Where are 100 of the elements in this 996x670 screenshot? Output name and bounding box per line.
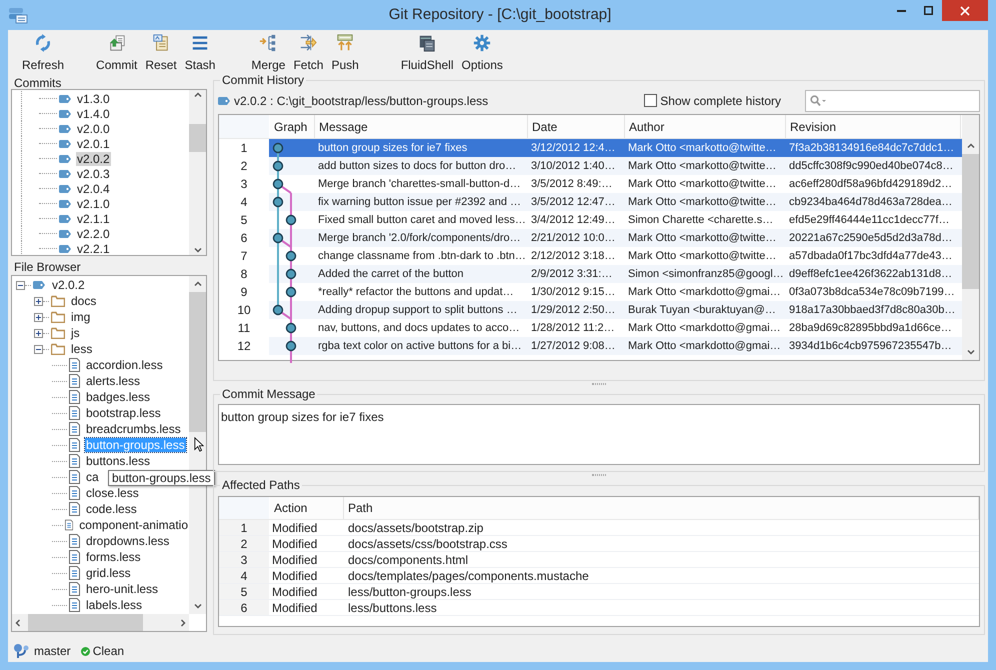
commit-message: button group sizes for ie7 fixes	[318, 142, 468, 154]
tag-icon	[59, 244, 71, 252]
chevron-up-icon[interactable]	[194, 281, 202, 286]
expander-icon[interactable]	[34, 344, 43, 354]
folder-icon	[51, 327, 65, 339]
commit-row[interactable]: Added the carret of the button 2/9/2012 3:31:… Simon <simonfranz85@googl… d9eff8efc1ee426f3622ab131d8…	[269, 265, 962, 283]
commit-row[interactable]: rgba text color on active buttons for a bi… 1/27/2012 9:08… Mark Otto <markdotto@gmai… 3934d1b6c4cb975967235547b…	[269, 337, 962, 355]
commit-row[interactable]: fix warning button issue per #2392 and … 3/5/2012 12:47… Mark Otto <markotto@twitte… cb9234ba464d78d463a728dea…	[269, 193, 962, 211]
tag-item[interactable]: v2.2.1	[76, 242, 111, 256]
file-item[interactable]: alerts.less	[85, 374, 142, 388]
file-item[interactable]: dropdowns.less	[85, 534, 170, 548]
row-number: 7	[240, 248, 248, 265]
settings-icon	[473, 34, 492, 52]
document-icon	[69, 438, 80, 452]
scrollbar-thumb[interactable]	[28, 614, 143, 631]
window-title: Git Repository - [C:\git_bootstrap]	[388, 4, 612, 25]
scrollbar[interactable]	[12, 614, 189, 631]
toolbar-button[interactable]: Merge	[247, 32, 290, 72]
file-item[interactable]: forms.less	[85, 550, 142, 564]
folder-item[interactable]: less	[70, 342, 94, 356]
tag-item[interactable]: v2.0.1	[76, 136, 111, 150]
scrollbar-thumb[interactable]	[962, 154, 979, 289]
plus-icon	[36, 314, 41, 320]
expander-icon[interactable]	[34, 312, 43, 322]
toolbar-button[interactable]: Options	[458, 32, 507, 72]
scrollbar[interactable]	[962, 115, 979, 360]
toolbar-button[interactable]: FluidShell	[396, 32, 458, 72]
tag-item[interactable]: v2.0.2	[76, 152, 111, 166]
tag-item[interactable]: v2.1.1	[76, 212, 111, 226]
file-item[interactable]: accordion.less	[85, 358, 164, 372]
file-path: v2.0.2 : C:\git_bootstrap/less/button-groups.less	[234, 92, 488, 110]
search-icon	[810, 95, 827, 106]
file-item[interactable]: badges.less	[85, 390, 152, 404]
chevron-up-icon[interactable]	[194, 92, 202, 97]
chevron-down-icon[interactable]	[966, 350, 974, 355]
file-item[interactable]: grid.less	[85, 566, 132, 580]
commit-row[interactable]: Adding dropup support to split buttons … 1/29/2012 2:50… Burak Tuyan <buraktuyan@… 918a17a30bbaed3f7d8c80a30b…	[269, 301, 962, 319]
chevron-down-icon[interactable]	[194, 604, 202, 609]
table-cell-text: less/button-groups.less	[347, 584, 472, 599]
commit-row[interactable]: button group sizes for ie7 fixes 3/12/2012 12:4… Mark Otto <markotto@twitte… 7f3a2b38134916e84dc7c7ddc1…	[269, 139, 962, 157]
commit-date: 2/9/2012 3:31:…	[531, 268, 612, 280]
toolbar-button[interactable]: Refresh	[18, 32, 68, 72]
toolbar-button[interactable]: Stash	[180, 32, 220, 72]
chevron-right-icon[interactable]	[181, 618, 186, 626]
toolbar-button[interactable]: Reset	[141, 32, 181, 72]
plus-icon	[36, 298, 41, 304]
commit-message: nav, buttons, and docs updates to acco…	[318, 322, 520, 334]
commit-hash: 3934d1b6c4cb975967235547b…	[789, 340, 952, 352]
expander-icon[interactable]	[34, 328, 43, 338]
expander-icon[interactable]	[16, 280, 25, 290]
search-field[interactable]	[805, 90, 980, 112]
row-number: 11	[236, 320, 252, 337]
commit-icon	[108, 34, 126, 52]
row-number: 5	[219, 584, 269, 599]
file-item[interactable]: buttons.less	[85, 454, 152, 468]
toolbar-button[interactable]: Commit	[92, 32, 142, 72]
scrollbar-thumb[interactable]	[189, 124, 206, 152]
file-item[interactable]: labels.less	[85, 598, 144, 612]
tag-item[interactable]: v2.0.0	[76, 122, 111, 136]
tag-item[interactable]: v2.1.0	[76, 196, 111, 210]
document-icon	[69, 598, 80, 612]
tag-item[interactable]: v2.0.3	[76, 166, 111, 180]
toolbar-button[interactable]: Fetch	[289, 32, 328, 72]
file-item[interactable]: bootstrap.less	[85, 406, 162, 420]
folder-item[interactable]: img	[70, 310, 92, 324]
scrollbar[interactable]	[189, 90, 206, 255]
commit-row[interactable]: add button sizes to docs for button dro… 3/10/2012 1:40… Mark Otto <markotto@twitte… dd5cffc308f9c990ed40be074c8…	[269, 157, 962, 175]
row-number: 4	[240, 194, 248, 211]
tag-item[interactable]: v2.2.0	[76, 226, 111, 240]
file-item[interactable]: hero-unit.less	[85, 582, 160, 596]
show-history-checkbox[interactable]: Show complete history	[644, 92, 781, 110]
toolbar-button[interactable]: Push	[327, 32, 363, 72]
commit-message-field[interactable]: button group sizes for ie7 fixes	[218, 404, 980, 465]
file-item[interactable]: close.less	[85, 486, 140, 500]
file-item[interactable]: breadcrumbs.less	[85, 422, 182, 436]
file-item[interactable]: code.less	[85, 502, 138, 516]
file-item[interactable]: ca	[85, 470, 100, 484]
close-button[interactable]	[942, 0, 988, 21]
tag-item[interactable]: v1.3.0	[76, 92, 111, 106]
chevron-up-icon[interactable]	[966, 143, 974, 148]
close-icon	[960, 6, 970, 16]
file-item[interactable]: component-animatio	[78, 518, 189, 532]
tag-item[interactable]: v2.0.4	[76, 182, 111, 196]
chevron-left-icon[interactable]	[15, 618, 20, 626]
panel-title: Commits	[13, 75, 62, 89]
scrollbar-thumb[interactable]	[189, 292, 206, 432]
tag-item[interactable]: v1.4.0	[76, 106, 111, 120]
document-icon	[69, 534, 80, 548]
minus-icon	[18, 282, 23, 288]
expander-icon[interactable]	[34, 296, 43, 306]
folder-item[interactable]: docs	[70, 294, 98, 308]
commit-author: Mark Otto <markotto@twitte…	[628, 142, 776, 154]
folder-item[interactable]: js	[70, 326, 81, 340]
commit-row[interactable]: Merge branch '2.0/fork/components/dro… 2/21/2012 10:0… Mark Otto <markotto@twitte… 20221a67c2590e5d5d2d3a78d…	[269, 229, 962, 247]
app-icon	[8, 6, 28, 24]
minimize-icon	[897, 10, 906, 12]
tree-item[interactable]: v2.0.2	[51, 278, 86, 292]
folder-icon	[51, 311, 65, 323]
commit-date: 3/5/2012 8:49:…	[531, 178, 612, 190]
chevron-down-icon[interactable]	[194, 248, 202, 253]
